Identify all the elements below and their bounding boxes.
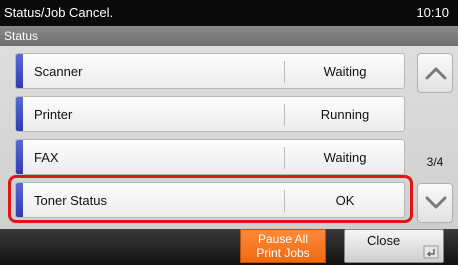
pause-label-line1: Pause All [257, 232, 309, 246]
row-divider [284, 104, 285, 126]
row-status: Waiting [323, 150, 367, 165]
row-label: FAX [34, 150, 59, 165]
pause-label-line2: Print Jobs [256, 246, 310, 260]
status-screen: Status/Job Cancel. 10:10 Status Scanner … [0, 0, 458, 265]
row-accent [16, 54, 23, 88]
screen-title: Status/Job Cancel. [4, 5, 114, 20]
corner-arrow-icon [423, 245, 439, 259]
status-row-scanner[interactable]: Scanner Waiting [15, 53, 405, 89]
chevron-up-icon [425, 67, 447, 80]
row-label: Scanner [34, 64, 83, 79]
row-divider [284, 61, 285, 83]
row-accent [16, 97, 23, 131]
scroll-up-button[interactable] [417, 53, 453, 93]
page-indicator: 3/4 [426, 155, 444, 169]
scroll-down-button[interactable] [417, 183, 453, 223]
status-row-printer[interactable]: Printer Running [15, 96, 405, 132]
status-subheader: Status [0, 26, 458, 46]
row-accent [16, 140, 23, 174]
close-button[interactable]: Close [344, 229, 444, 263]
status-row-fax[interactable]: FAX Waiting [15, 139, 405, 175]
pause-all-print-jobs-button[interactable]: Pause All Print Jobs [240, 229, 326, 263]
row-label: Printer [34, 107, 73, 122]
row-status: Waiting [323, 64, 367, 79]
scroll-controls: 3/4 [417, 53, 453, 223]
row-divider [284, 147, 285, 169]
clock: 10:10 [416, 5, 449, 20]
chevron-down-icon [425, 196, 447, 209]
toner-highlight-frame [8, 175, 413, 223]
row-status: Running [320, 107, 370, 122]
title-bar: Status/Job Cancel. 10:10 [0, 0, 458, 26]
subheader-label: Status [4, 29, 39, 43]
close-label: Close [367, 233, 401, 248]
